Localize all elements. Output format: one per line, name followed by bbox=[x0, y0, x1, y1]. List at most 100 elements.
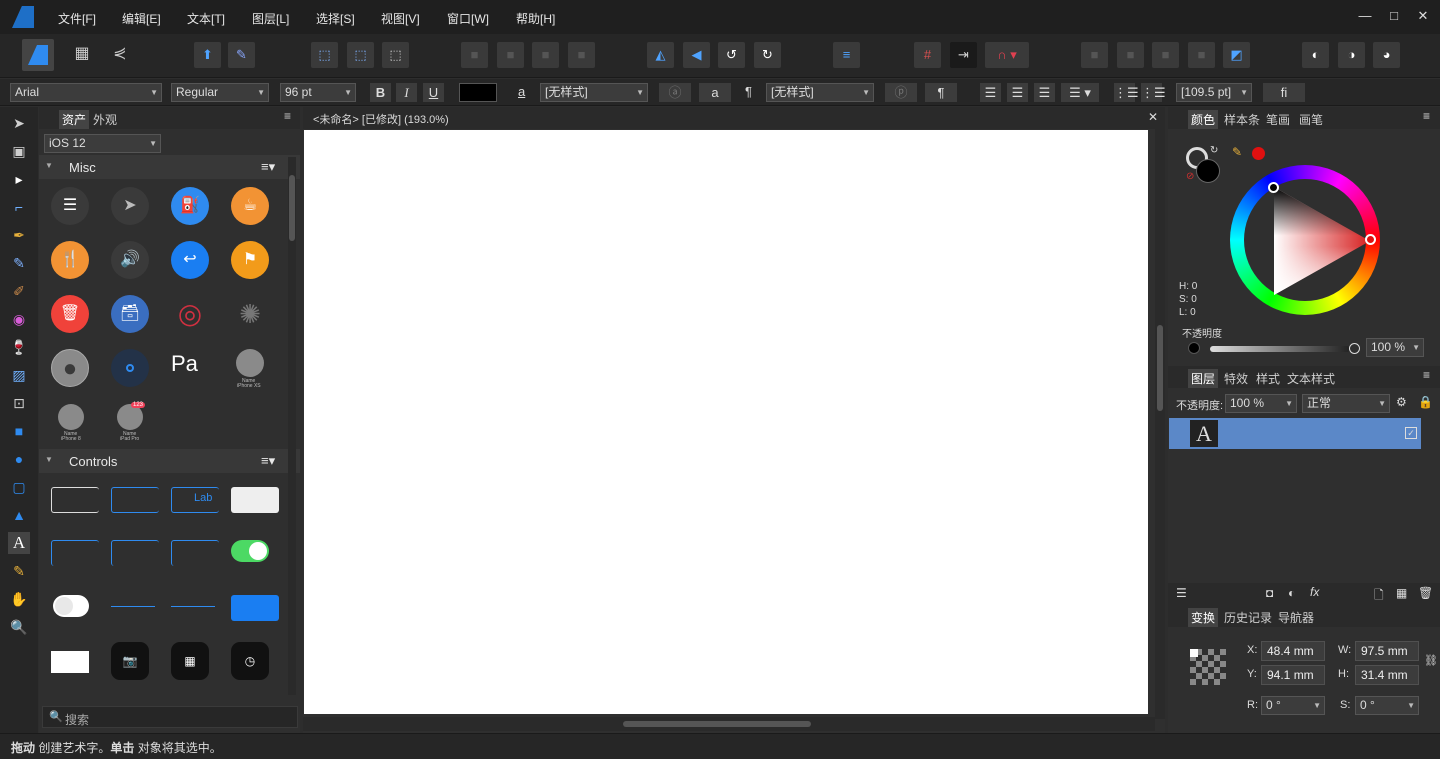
anchor-selector[interactable] bbox=[1190, 649, 1226, 685]
crop-tool-icon[interactable]: ⊡ bbox=[8, 392, 30, 414]
align-center-button[interactable]: ☰ bbox=[1007, 83, 1028, 102]
fingerprint-asset-icon[interactable]: ◎ bbox=[171, 295, 209, 333]
speaker-asset-icon[interactable]: 🔊 bbox=[111, 241, 149, 279]
list-asset-icon[interactable]: ☰ bbox=[51, 187, 89, 225]
zoom-tool-icon[interactable]: 🔍 bbox=[8, 616, 30, 638]
labeled-field-asset[interactable]: Lab bbox=[171, 487, 219, 513]
tab-history[interactable]: 历史记录 bbox=[1224, 609, 1272, 626]
toggle-off-asset[interactable] bbox=[53, 595, 89, 617]
menu-file[interactable]: 文件[F] bbox=[58, 10, 96, 27]
snapping-settings-icon[interactable]: ✎ bbox=[228, 42, 255, 68]
boolean-xor-icon[interactable]: ■ bbox=[1188, 42, 1215, 68]
lock-icon[interactable]: 🔒 bbox=[1418, 395, 1433, 409]
asset-category-select[interactable]: iOS 12 ▼ bbox=[44, 134, 161, 153]
layer-opacity-select[interactable]: 100 % ▼ bbox=[1225, 394, 1297, 413]
close-button[interactable]: ✕ bbox=[1416, 8, 1430, 24]
document-canvas[interactable] bbox=[304, 130, 1148, 714]
text-field-asset[interactable] bbox=[51, 487, 99, 513]
y-field[interactable]: 94.1 mm bbox=[1261, 665, 1325, 685]
flip-horizontal-icon[interactable]: ◭ bbox=[647, 42, 674, 68]
move-tool-icon[interactable]: ➤ bbox=[8, 112, 30, 134]
new-layer-icon[interactable]: 🗋 bbox=[1374, 586, 1384, 607]
artistic-text-tool-icon[interactable]: A bbox=[8, 532, 30, 554]
panel-menu-icon[interactable]: ≡ bbox=[284, 109, 291, 123]
rotate-right-icon[interactable]: ↻ bbox=[754, 42, 781, 68]
opacity-slider-handle[interactable] bbox=[1349, 343, 1360, 354]
font-style-select[interactable]: Regular ▼ bbox=[171, 83, 269, 102]
italic-button[interactable]: I bbox=[396, 83, 417, 102]
menu-select[interactable]: 选择[S] bbox=[316, 10, 355, 27]
underline-button[interactable]: U bbox=[423, 83, 444, 102]
slider-line-asset[interactable] bbox=[171, 606, 215, 607]
boolean-subtract-icon[interactable]: ■ bbox=[1117, 42, 1144, 68]
blue-button-asset[interactable] bbox=[231, 595, 279, 621]
menu-window[interactable]: 窗口[W] bbox=[447, 10, 489, 27]
height-field[interactable]: 31.4 mm bbox=[1355, 665, 1419, 685]
white-card-asset[interactable] bbox=[231, 487, 279, 513]
tab-effects[interactable]: 特效 bbox=[1224, 370, 1248, 387]
horizontal-scrollbar[interactable] bbox=[303, 717, 1155, 731]
picked-color-swatch[interactable] bbox=[1252, 147, 1265, 160]
contact-iphone-xs-asset-icon[interactable] bbox=[236, 349, 264, 377]
menu-text[interactable]: 文本[T] bbox=[187, 10, 225, 27]
transform-mode-icon[interactable]: ⬚ bbox=[382, 42, 409, 68]
tab-swatches[interactable]: 样本条 bbox=[1224, 111, 1260, 128]
toggle-on-asset[interactable] bbox=[231, 540, 269, 562]
field-outline-asset[interactable] bbox=[51, 540, 99, 566]
snapping-mode-icon[interactable]: ⇥ bbox=[950, 42, 977, 68]
bring-front-icon[interactable]: ■ bbox=[532, 42, 559, 68]
document-tab[interactable]: <未命名> [已修改] (193.0%) ✕ bbox=[303, 107, 1165, 129]
select-all-icon[interactable]: ⬚ bbox=[311, 42, 338, 68]
minimize-button[interactable]: — bbox=[1358, 8, 1372, 24]
layer-visibility-checkbox[interactable]: ✓ bbox=[1405, 427, 1417, 439]
boolean-divide-icon[interactable]: ◩ bbox=[1223, 42, 1250, 68]
justify-button[interactable]: ☰ ▾ bbox=[1061, 83, 1099, 102]
hue-handle[interactable] bbox=[1365, 234, 1376, 245]
flag-asset-icon[interactable]: ⚑ bbox=[231, 241, 269, 279]
avatar-asset-icon[interactable]: ● bbox=[51, 349, 89, 387]
panel-menu-icon[interactable]: ≡ bbox=[1423, 109, 1430, 123]
document-setup-icon[interactable]: ⬆ bbox=[194, 42, 221, 68]
width-field[interactable]: 97.5 mm bbox=[1355, 641, 1419, 661]
char-style-apply-icon[interactable]: a bbox=[699, 83, 731, 102]
text-field-focused-asset[interactable] bbox=[111, 487, 159, 513]
menu-help[interactable]: 帮助[H] bbox=[516, 10, 555, 27]
ungroup-icon[interactable]: ■ bbox=[497, 42, 524, 68]
camera-asset-icon[interactable]: 📷 bbox=[111, 642, 149, 680]
gear-icon[interactable]: ⚙ bbox=[1396, 395, 1407, 409]
boolean-intersect-icon[interactable]: ■ bbox=[1152, 42, 1179, 68]
tab-stroke[interactable]: 笔画 bbox=[1266, 111, 1290, 128]
color-picker-icon[interactable]: ✎ bbox=[1232, 145, 1242, 159]
view-tool-icon[interactable]: ✋ bbox=[8, 588, 30, 610]
tab-text-styles[interactable]: 文本样式 bbox=[1287, 370, 1335, 387]
section-menu-icon[interactable]: ≡▾ bbox=[261, 453, 275, 469]
apple-pay-asset-icon[interactable]: Pa bbox=[171, 351, 198, 377]
close-document-button[interactable]: ✕ bbox=[1148, 110, 1158, 124]
rotation-field[interactable]: 0 ° ▼ bbox=[1261, 696, 1325, 715]
slider-line-asset[interactable] bbox=[111, 606, 155, 607]
tab-navigator[interactable]: 导航器 bbox=[1278, 609, 1314, 626]
char-style-sync-icon[interactable]: ⓐ bbox=[659, 83, 691, 102]
rotate-left-icon[interactable]: ↺ bbox=[718, 42, 745, 68]
vertical-scrollbar[interactable] bbox=[1155, 129, 1165, 719]
spinner-asset-icon[interactable]: ✺ bbox=[231, 295, 269, 333]
tab-layers[interactable]: 图层 bbox=[1188, 369, 1219, 388]
assets-scrollbar[interactable] bbox=[288, 157, 296, 695]
reply-asset-icon[interactable]: ↩ bbox=[171, 241, 209, 279]
maximize-button[interactable]: □ bbox=[1387, 8, 1401, 24]
card-asset[interactable] bbox=[51, 651, 89, 673]
boolean-add-icon[interactable]: ■ bbox=[1081, 42, 1108, 68]
node-tool-icon[interactable]: ▸ bbox=[8, 168, 30, 190]
vector-brush-tool-icon[interactable]: ✐ bbox=[8, 280, 30, 302]
place-image-tool-icon[interactable]: ▨ bbox=[8, 364, 30, 386]
opacity-input[interactable]: 100 % ▼ bbox=[1366, 338, 1424, 357]
field-outline-asset[interactable] bbox=[171, 540, 219, 566]
new-group-icon[interactable]: ▦ bbox=[1396, 586, 1407, 600]
bullet-list-button[interactable]: ⋮☰ bbox=[1114, 83, 1139, 102]
send-back-icon[interactable]: ■ bbox=[568, 42, 595, 68]
section-misc[interactable]: ▼ Misc ≡▾ bbox=[39, 155, 300, 179]
rounded-rectangle-tool-icon[interactable]: ▢ bbox=[8, 476, 30, 498]
gas-station-asset-icon[interactable]: ⛽ bbox=[171, 187, 209, 225]
designer-persona-button[interactable] bbox=[22, 39, 54, 71]
coffee-asset-icon[interactable]: ☕ bbox=[231, 187, 269, 225]
